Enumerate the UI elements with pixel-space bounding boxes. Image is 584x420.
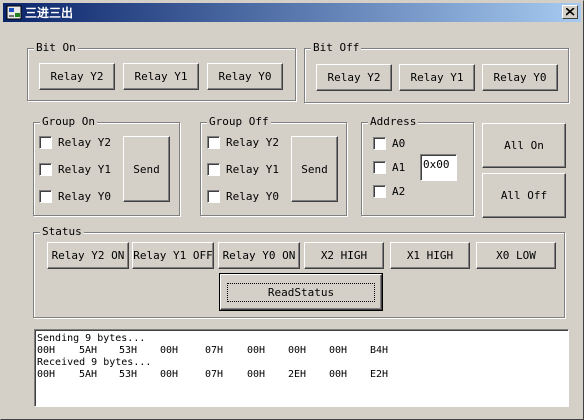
bit-off-label: Bit Off bbox=[311, 41, 362, 55]
close-button[interactable] bbox=[562, 5, 578, 19]
log-byte: 00H bbox=[37, 345, 56, 356]
log-byte: B4H bbox=[370, 345, 389, 356]
bit-on-label: Bit On bbox=[34, 41, 78, 55]
checkbox-label: Relay Y0 bbox=[226, 189, 279, 203]
group-off-label: Group Off bbox=[207, 115, 271, 129]
checkbox-box[interactable] bbox=[207, 135, 220, 149]
checkbox-box[interactable] bbox=[207, 189, 220, 203]
log-byte: 00H bbox=[247, 369, 266, 380]
status-relay-y1-button[interactable]: Relay Y1 OFF bbox=[132, 242, 214, 269]
checkbox-box[interactable] bbox=[373, 160, 386, 174]
checkbox-label: Relay Y0 bbox=[58, 189, 111, 203]
status-x2-button[interactable]: X2 HIGH bbox=[304, 242, 384, 269]
read-status-label: ReadStatus bbox=[226, 282, 376, 302]
address-label: Address bbox=[368, 115, 419, 129]
checkbox-box[interactable] bbox=[39, 135, 52, 149]
window-title: 三进三出 bbox=[25, 6, 74, 20]
group-on-send-button[interactable]: Send bbox=[123, 136, 170, 202]
checkbox-label: Relay Y2 bbox=[58, 135, 111, 149]
bit-off-relay-y2-button[interactable]: Relay Y2 bbox=[316, 64, 392, 91]
log-header-line: Received 9 bytes... bbox=[37, 357, 152, 368]
log-output[interactable]: Sending 9 bytes... 00H 5AH 53H 00H 07H 00H 00H 0… bbox=[34, 329, 569, 407]
bit-on-relay-y2-button[interactable]: Relay Y2 bbox=[39, 63, 115, 90]
address-value-input[interactable]: 0x00 bbox=[420, 154, 457, 181]
log-byte: 53H bbox=[119, 369, 138, 380]
group-off-send-button[interactable]: Send bbox=[291, 136, 338, 202]
log-byte: 07H bbox=[205, 345, 224, 356]
log-byte: 00H bbox=[160, 345, 179, 356]
status-x0-button[interactable]: X0 LOW bbox=[476, 242, 556, 269]
checkbox-label: A2 bbox=[392, 184, 406, 198]
log-byte: 00H bbox=[329, 369, 348, 380]
group-off-relay-y2-checkbox[interactable]: Relay Y2 bbox=[207, 135, 279, 149]
app-icon bbox=[6, 5, 22, 20]
all-on-button[interactable]: All On bbox=[482, 123, 566, 168]
log-byte: 00H bbox=[247, 345, 266, 356]
log-byte: E2H bbox=[370, 369, 389, 380]
address-a0-checkbox[interactable]: A0 bbox=[373, 136, 405, 150]
log-byte: 5AH bbox=[79, 369, 98, 380]
bit-on-relay-y0-button[interactable]: Relay Y0 bbox=[207, 63, 283, 90]
bit-on-relay-y1-button[interactable]: Relay Y1 bbox=[123, 63, 199, 90]
bit-off-relay-y1-button[interactable]: Relay Y1 bbox=[399, 64, 475, 91]
group-off-relay-y1-checkbox[interactable]: Relay Y1 bbox=[207, 162, 279, 176]
status-relay-y0-button[interactable]: Relay Y0 ON bbox=[218, 242, 300, 269]
close-icon bbox=[566, 8, 575, 16]
log-byte: 07H bbox=[205, 369, 224, 380]
checkbox-label: A1 bbox=[392, 160, 406, 174]
checkbox-box[interactable] bbox=[373, 184, 386, 198]
status-x1-button[interactable]: X1 HIGH bbox=[390, 242, 470, 269]
log-byte: 53H bbox=[119, 345, 138, 356]
log-byte: 00H bbox=[160, 369, 179, 380]
checkbox-label: A0 bbox=[392, 136, 406, 150]
checkbox-label: Relay Y1 bbox=[226, 162, 279, 176]
status-label: Status bbox=[40, 225, 84, 239]
checkbox-label: Relay Y2 bbox=[226, 135, 279, 149]
log-byte: 00H bbox=[288, 345, 307, 356]
main-window: 三进三出 Bit On Relay Y2 Relay Y1 Relay Y0 B… bbox=[0, 0, 584, 420]
log-byte: 5AH bbox=[79, 345, 98, 356]
group-on-relay-y1-checkbox[interactable]: Relay Y1 bbox=[39, 162, 111, 176]
checkbox-box[interactable] bbox=[39, 189, 52, 203]
group-on-relay-y2-checkbox[interactable]: Relay Y2 bbox=[39, 135, 111, 149]
title-bar[interactable]: 三进三出 bbox=[3, 3, 581, 22]
all-off-button[interactable]: All Off bbox=[482, 173, 566, 218]
checkbox-box[interactable] bbox=[39, 162, 52, 176]
checkbox-label: Relay Y1 bbox=[58, 162, 111, 176]
address-a1-checkbox[interactable]: A1 bbox=[373, 160, 405, 174]
checkbox-box[interactable] bbox=[373, 136, 386, 150]
log-byte: 2EH bbox=[288, 369, 307, 380]
group-on-label: Group On bbox=[40, 115, 97, 129]
bit-off-relay-y0-button[interactable]: Relay Y0 bbox=[482, 64, 558, 91]
address-a2-checkbox[interactable]: A2 bbox=[373, 184, 405, 198]
log-header-line: Sending 9 bytes... bbox=[37, 333, 146, 344]
group-on-relay-y0-checkbox[interactable]: Relay Y0 bbox=[39, 189, 111, 203]
checkbox-box[interactable] bbox=[207, 162, 220, 176]
read-status-button[interactable]: ReadStatus bbox=[219, 273, 383, 311]
group-off-relay-y0-checkbox[interactable]: Relay Y0 bbox=[207, 189, 279, 203]
log-byte: 00H bbox=[329, 345, 348, 356]
log-byte: 00H bbox=[37, 369, 56, 380]
status-relay-y2-button[interactable]: Relay Y2 ON bbox=[47, 242, 129, 269]
